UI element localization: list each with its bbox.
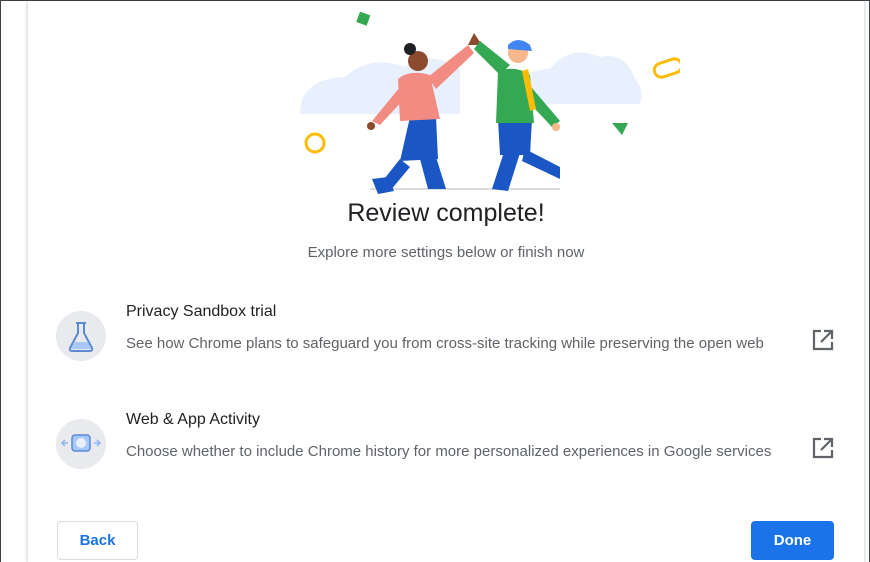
open-in-new-icon[interactable]: [810, 327, 836, 353]
settings-item-privacy-sandbox: Privacy Sandbox trial See how Chrome pla…: [56, 303, 836, 393]
person-right: [474, 40, 560, 191]
window-frame: Review complete! Explore more settings b…: [0, 0, 870, 562]
page-title: Review complete!: [347, 199, 545, 227]
web-activity-icon: [56, 419, 106, 469]
settings-item-description: See how Chrome plans to safeguard you fr…: [126, 335, 764, 352]
open-in-new-icon[interactable]: [810, 435, 836, 461]
settings-item-web-app-activity: Web & App Activity Choose whether to inc…: [56, 411, 836, 501]
high-five-illustration: [300, 11, 680, 194]
page-subtitle: Explore more settings below or finish no…: [307, 244, 585, 261]
confetti-yellow-circle: [304, 132, 326, 154]
confetti-yellow-ring: [652, 57, 680, 79]
confetti-green-square: [356, 11, 371, 26]
back-button[interactable]: Back: [57, 521, 138, 560]
settings-item-title: Web & App Activity: [126, 411, 260, 428]
settings-item-title: Privacy Sandbox trial: [126, 303, 277, 320]
confetti-green-triangle: [612, 123, 628, 135]
done-button[interactable]: Done: [751, 521, 834, 560]
person-left: [367, 33, 482, 194]
review-complete-dialog: Review complete! Explore more settings b…: [28, 1, 864, 562]
flask-icon: [56, 311, 106, 361]
settings-item-description: Choose whether to include Chrome history…: [126, 443, 772, 460]
